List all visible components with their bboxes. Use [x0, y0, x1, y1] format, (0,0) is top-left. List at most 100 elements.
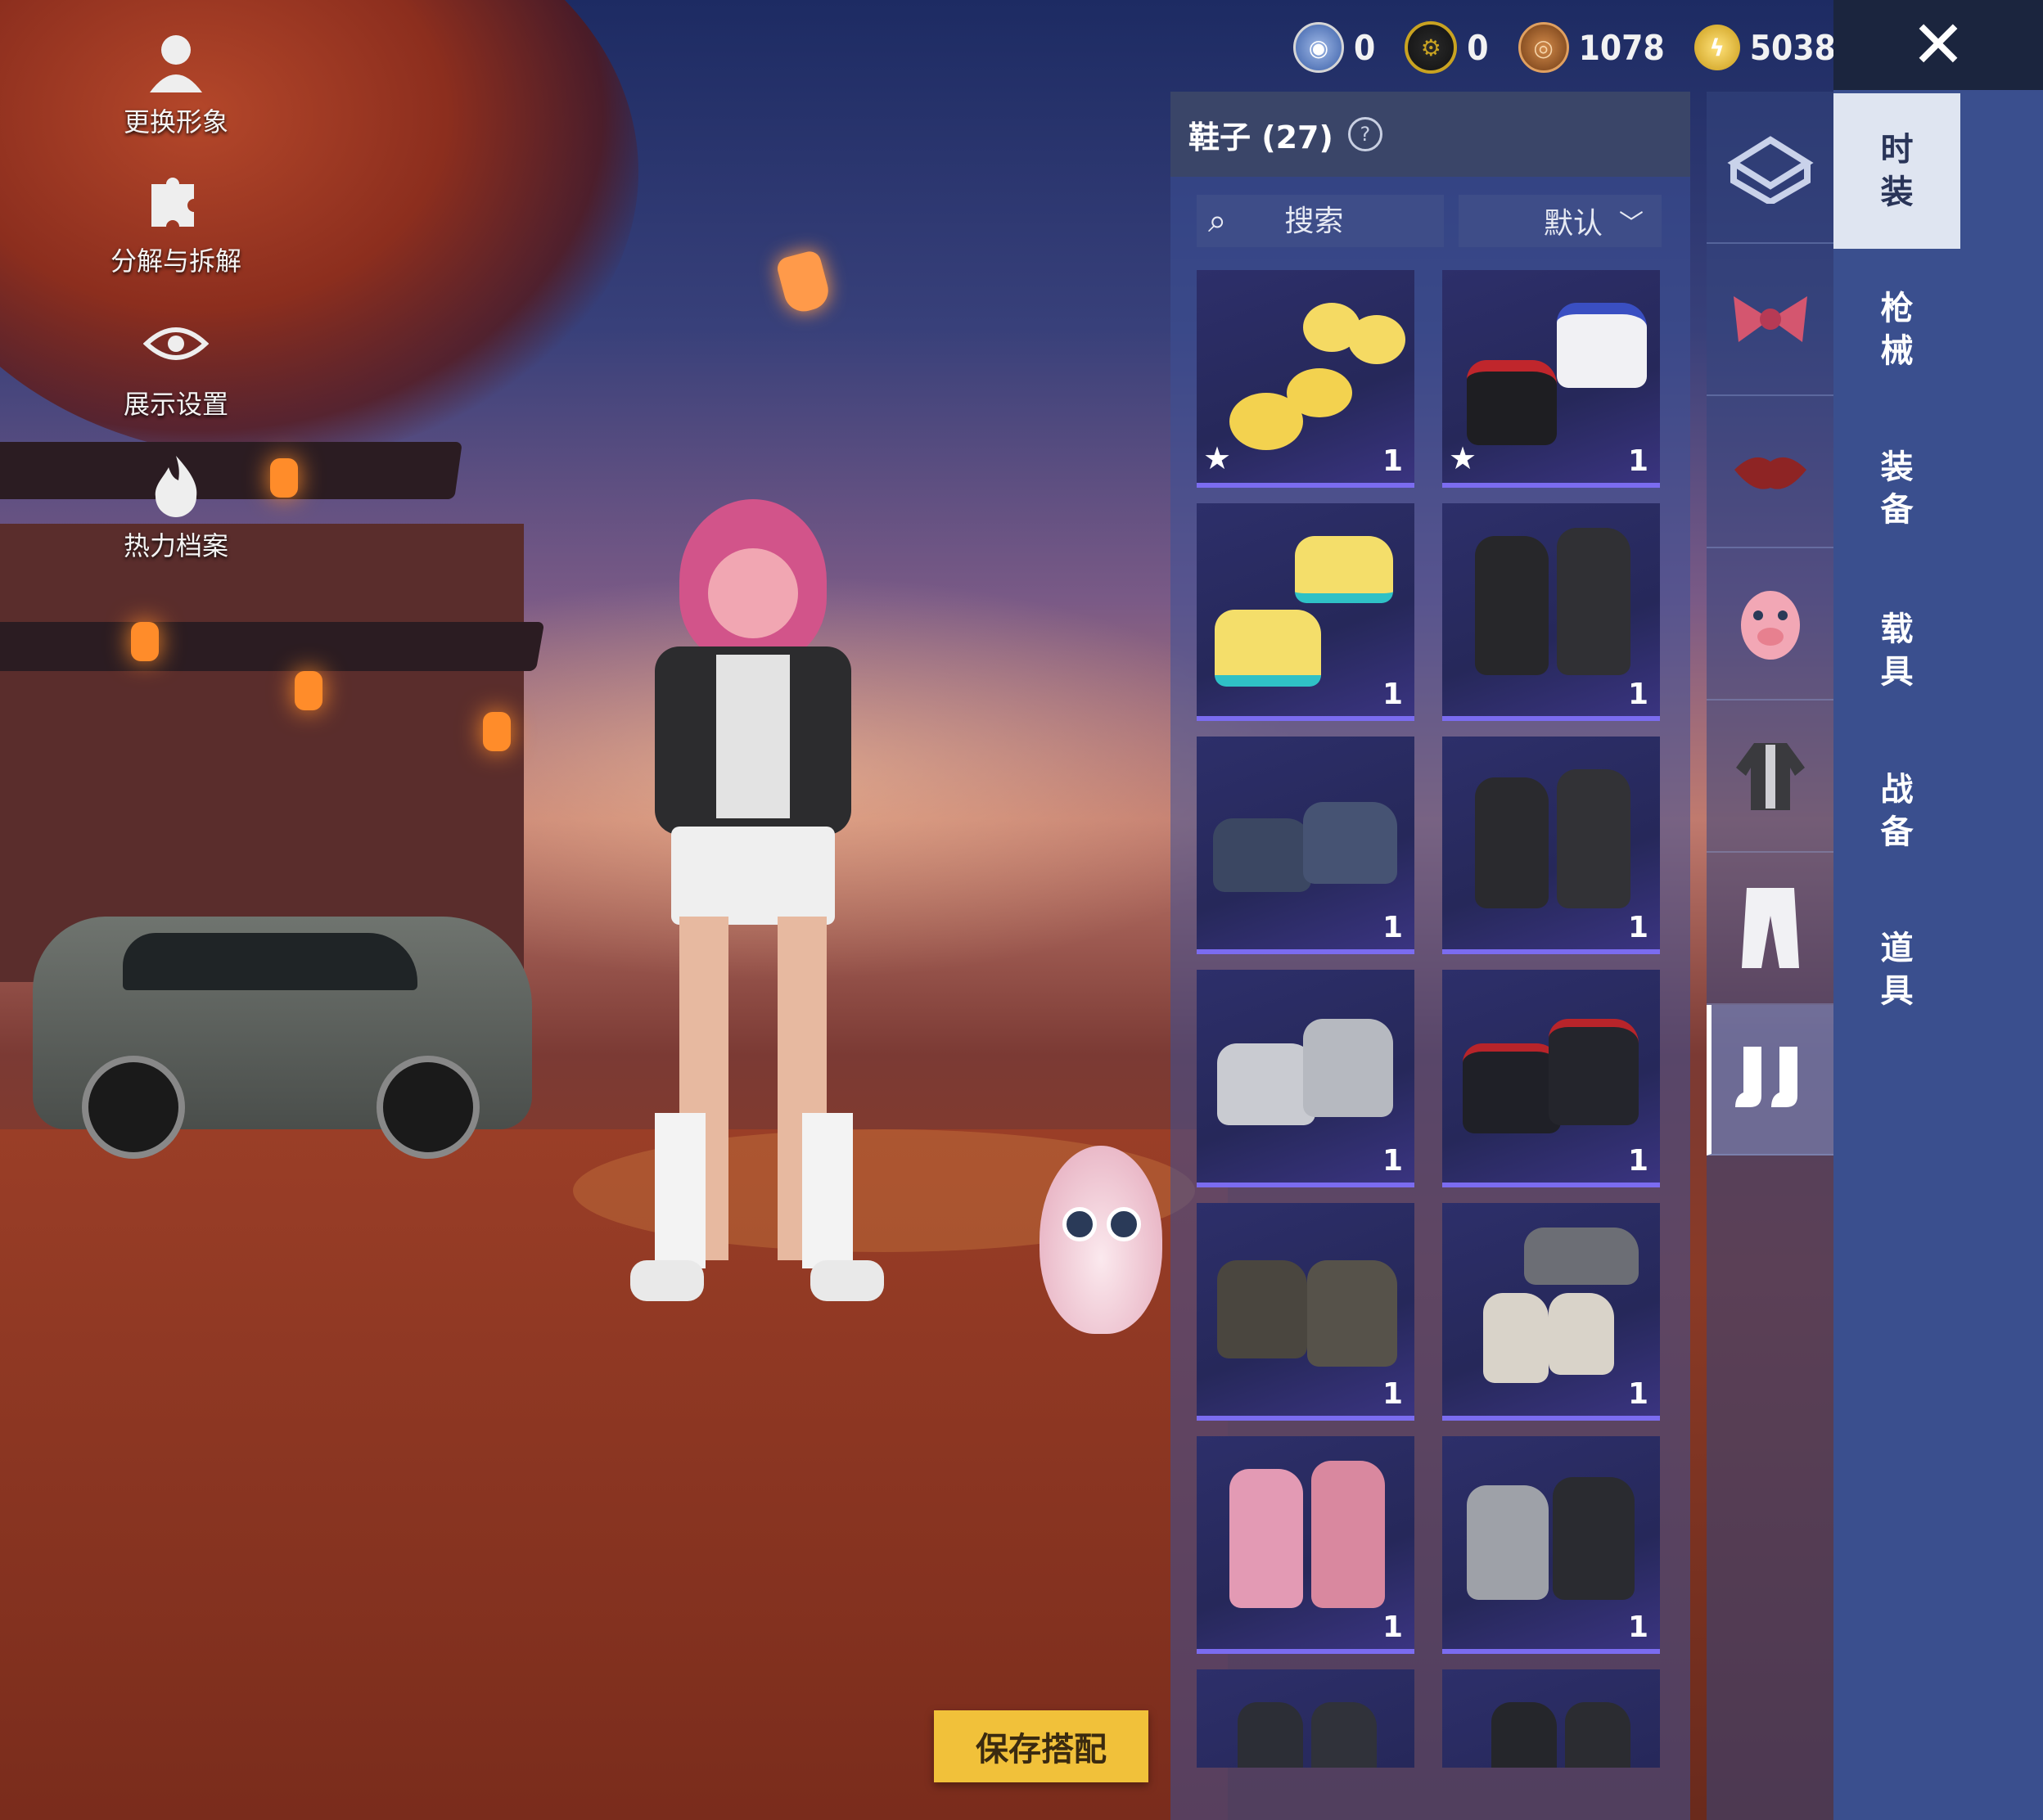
- tab-label: 时装: [1880, 131, 1914, 211]
- shoe-image: [1467, 1485, 1549, 1600]
- crate-icon: [1726, 136, 1814, 204]
- search-icon: ⌕: [1208, 202, 1227, 240]
- tab-label: 装备: [1880, 448, 1914, 529]
- car-wheel: [377, 1056, 480, 1159]
- item-card-grey-white-sneakers[interactable]: 1: [1442, 1203, 1660, 1421]
- shoe-image: [1303, 802, 1397, 884]
- shoes-icon: [1734, 1047, 1797, 1107]
- item-card-black-boots-partial[interactable]: [1442, 1669, 1660, 1768]
- help-icon[interactable]: ?: [1347, 117, 1382, 151]
- item-quantity: 1: [1382, 1144, 1403, 1178]
- close-button[interactable]: ✕: [1833, 0, 2043, 90]
- maple-tree: [0, 0, 638, 458]
- item-quantity: 1: [1627, 911, 1648, 944]
- character-sock: [802, 1113, 853, 1268]
- character-shorts: [671, 827, 835, 925]
- puzzle-icon: [139, 164, 213, 237]
- tab-fashion[interactable]: 时装: [1833, 93, 1960, 249]
- lantern: [131, 622, 159, 661]
- tab-label: 枪械: [1880, 290, 1914, 370]
- lips-icon: [1734, 457, 1806, 489]
- item-card-black-buckle-boots[interactable]: 1: [1442, 737, 1660, 954]
- item-quantity: 1: [1627, 1377, 1648, 1411]
- item-quantity: 1: [1627, 1144, 1648, 1178]
- change-avatar-button[interactable]: 更换形象: [106, 25, 246, 139]
- shoe-image: [1524, 1228, 1639, 1285]
- item-quantity: 1: [1382, 1377, 1403, 1411]
- currency-value: 0: [1354, 27, 1376, 68]
- tab-props[interactable]: 道具: [1833, 892, 1960, 1047]
- search-box[interactable]: ⌕: [1197, 195, 1444, 247]
- save-outfit-button[interactable]: 保存搭配: [934, 1710, 1148, 1782]
- item-card-blue-leather-shoes[interactable]: 1: [1197, 737, 1414, 954]
- item-card-yellow-duck-slippers[interactable]: ★ 1: [1197, 270, 1414, 488]
- item-card-dark-boots-partial[interactable]: [1197, 1669, 1414, 1768]
- pagoda-building: [0, 524, 524, 982]
- category-mask[interactable]: [1707, 548, 1833, 701]
- item-quantity: 1: [1627, 444, 1648, 478]
- item-card-brown-combat-boots[interactable]: 1: [1197, 1203, 1414, 1421]
- lantern: [295, 671, 322, 710]
- item-card-silver-black-boots[interactable]: 1: [1442, 1436, 1660, 1654]
- shoe-image: [1557, 769, 1630, 908]
- decompose-button[interactable]: 分解与拆解: [106, 164, 246, 278]
- chevron-down-icon: ﹀: [1619, 209, 1644, 238]
- shoe-image: [1217, 1260, 1307, 1358]
- item-card-white-red-sneakers[interactable]: ★ 1: [1442, 270, 1660, 488]
- currency-bronze[interactable]: ◎ 1078: [1518, 22, 1665, 73]
- sort-dropdown[interactable]: 默认 ﹀: [1459, 195, 1662, 247]
- currency-bar: ◉ 0 ⚙ 0 ◎ 1078 ϟ 50386: [1293, 18, 1887, 77]
- category-crate[interactable]: [1707, 92, 1833, 244]
- category-shoes[interactable]: [1707, 1005, 1833, 1156]
- category-column: [1707, 92, 1833, 1820]
- main-tab-column: 时装 枪械 装备 载具 战备 道具: [1833, 90, 2043, 1820]
- shoe-image: [1549, 1293, 1614, 1375]
- item-card-black-tall-boots[interactable]: 1: [1442, 503, 1660, 721]
- inventory-panel: 鞋子 (27) ? ⌕ 默认 ﹀ ★ 1 ★ 1 1: [1170, 92, 1690, 1820]
- tab-equipment[interactable]: 装备: [1833, 411, 1960, 566]
- item-card-silver-high-tops[interactable]: 1: [1197, 970, 1414, 1187]
- display-settings-button[interactable]: 展示设置: [106, 307, 246, 421]
- lantern: [483, 712, 511, 751]
- search-input[interactable]: [1226, 203, 1402, 239]
- tab-label: 战备: [1880, 771, 1914, 851]
- currency-gold-badge[interactable]: ⚙ 0: [1405, 21, 1489, 74]
- pet-eye: [1107, 1207, 1141, 1241]
- item-quantity: 1: [1382, 911, 1403, 944]
- category-mouth[interactable]: [1707, 396, 1833, 548]
- car-wheel: [82, 1056, 185, 1159]
- heat-profile-label: 热力档案: [123, 530, 228, 561]
- pet-eye: [1062, 1207, 1097, 1241]
- currency-value: 0: [1467, 27, 1489, 68]
- category-bottom[interactable]: [1707, 853, 1833, 1005]
- currency-blue[interactable]: ◉ 0: [1293, 22, 1375, 73]
- tab-label: 载具: [1880, 610, 1914, 691]
- item-card-black-red-high-tops[interactable]: 1: [1442, 970, 1660, 1187]
- shoe-image: [1295, 536, 1393, 603]
- favorite-star-icon: ★: [1449, 440, 1477, 476]
- category-hat[interactable]: [1707, 244, 1833, 396]
- tab-combat-gear[interactable]: 战备: [1833, 733, 1960, 889]
- shoe-image: [1238, 1702, 1303, 1768]
- item-card-yellow-teal-sneakers[interactable]: 1: [1197, 503, 1414, 721]
- shoe-image: [1565, 1702, 1630, 1768]
- tab-weapons[interactable]: 枪械: [1833, 252, 1960, 408]
- shoe-image: [1483, 1293, 1549, 1383]
- tab-vehicles[interactable]: 载具: [1833, 573, 1960, 728]
- close-icon: ✕: [1910, 7, 1966, 83]
- blue-coin-icon: ◉: [1293, 22, 1344, 73]
- character-shirt: [716, 655, 790, 818]
- shoe-image: [1348, 315, 1405, 364]
- shoe-image: [1475, 536, 1549, 675]
- jacket-icon: [1735, 743, 1805, 810]
- shoe-image: [1303, 1019, 1393, 1117]
- shoe-image: [1311, 1702, 1377, 1768]
- item-quantity: 1: [1627, 1611, 1648, 1644]
- item-card-pink-tall-boots[interactable]: 1: [1197, 1436, 1414, 1654]
- item-quantity: 1: [1382, 444, 1403, 478]
- car-vehicle: [33, 917, 532, 1159]
- heat-profile-button[interactable]: 热力档案: [106, 448, 246, 563]
- shoe-image: [1491, 1702, 1557, 1768]
- pants-icon: [1741, 888, 1799, 968]
- category-top[interactable]: [1707, 701, 1833, 853]
